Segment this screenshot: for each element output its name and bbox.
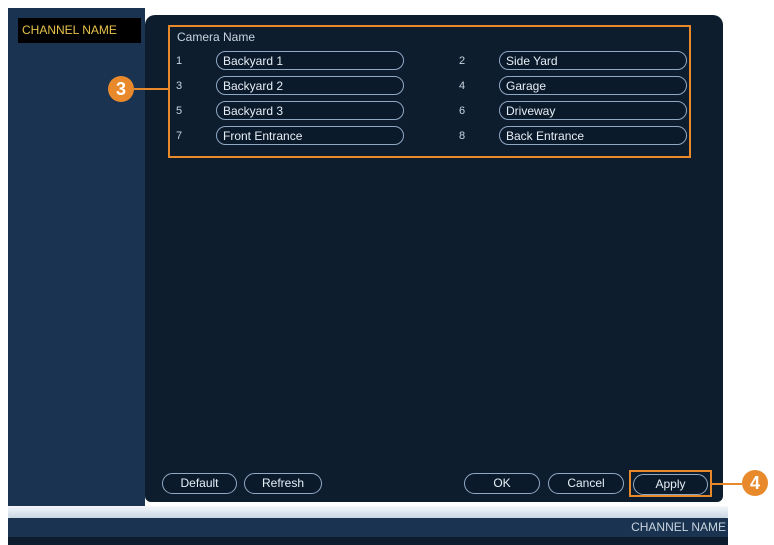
ok-button[interactable]: OK — [464, 473, 540, 494]
camera-name-group: Camera Name 1 Backyard 1 2 Side Yard 3 B… — [168, 25, 691, 158]
channel-number: 4 — [459, 80, 466, 92]
status-label: CHANNEL NAME — [631, 520, 726, 534]
channel-number: 5 — [176, 105, 183, 117]
status-bar-highlight — [8, 506, 728, 518]
channel-number: 6 — [459, 105, 466, 117]
channel-name-field-2[interactable]: Side Yard — [499, 51, 687, 70]
callout-line — [134, 88, 169, 90]
channel-number: 1 — [176, 55, 183, 67]
channel-name-field-7[interactable]: Front Entrance — [216, 126, 404, 145]
channel-number: 2 — [459, 55, 466, 67]
refresh-button[interactable]: Refresh — [244, 473, 322, 494]
channel-name-field-4[interactable]: Garage — [499, 76, 687, 95]
channel-number: 7 — [176, 130, 183, 142]
group-title: Camera Name — [177, 30, 256, 44]
channel-name-field-6[interactable]: Driveway — [499, 101, 687, 120]
callout-badge-3: 3 — [108, 76, 134, 102]
channel-name-field-5[interactable]: Backyard 3 — [216, 101, 404, 120]
default-button[interactable]: Default — [162, 473, 237, 494]
channel-number: 8 — [459, 130, 466, 142]
channel-number: 3 — [176, 80, 183, 92]
channel-name-field-3[interactable]: Backyard 2 — [216, 76, 404, 95]
channel-name-field-1[interactable]: Backyard 1 — [216, 51, 404, 70]
cancel-button[interactable]: Cancel — [548, 473, 624, 494]
apply-button[interactable]: Apply — [633, 474, 708, 495]
callout-line — [712, 483, 742, 485]
channel-name-field-8[interactable]: Back Entrance — [499, 126, 687, 145]
status-bar: CHANNEL NAME — [8, 518, 728, 537]
callout-badge-4: 4 — [742, 470, 768, 496]
status-strip — [8, 537, 728, 545]
sidebar-item-channel-name[interactable]: CHANNEL NAME — [18, 18, 141, 43]
